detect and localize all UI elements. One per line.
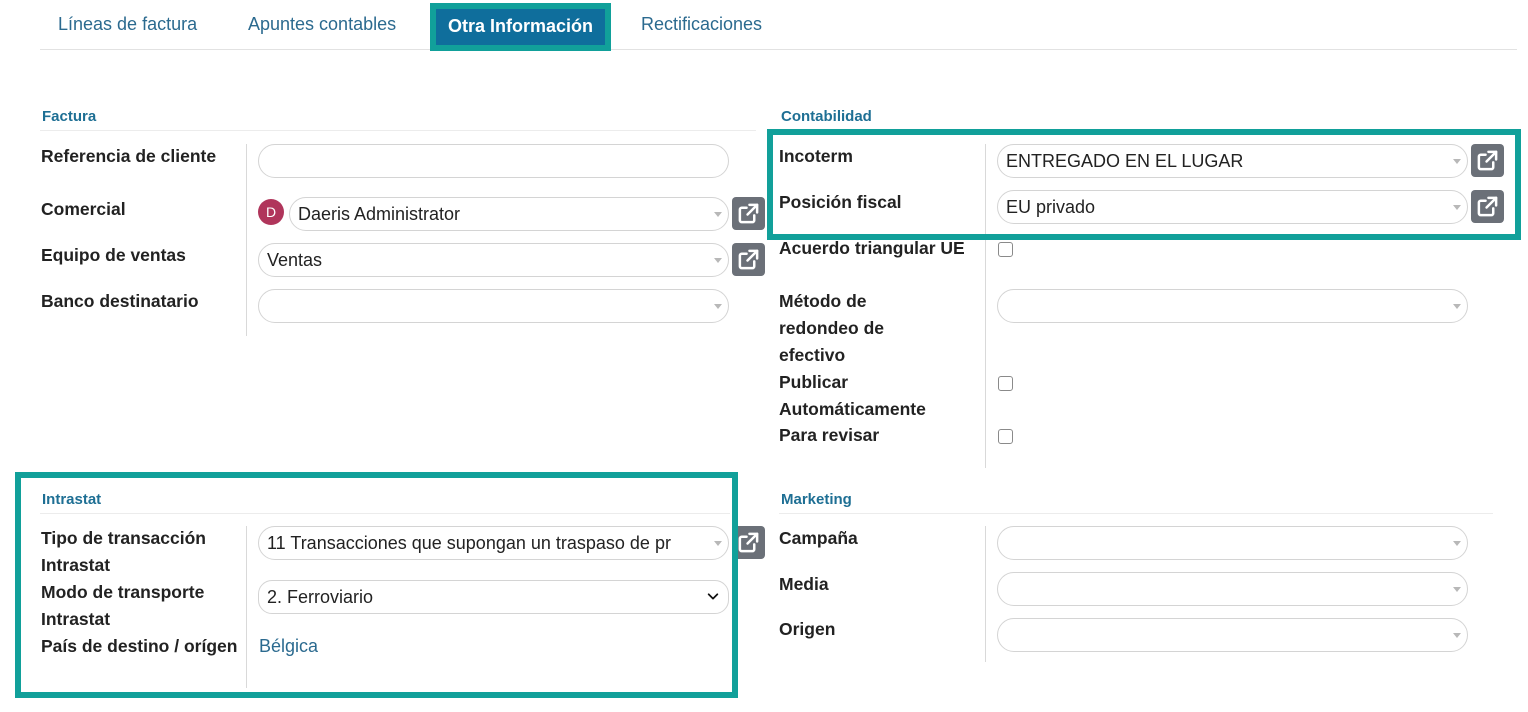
comercial-external-link-button[interactable]: [732, 197, 765, 230]
label-para-revisar: Para revisar: [779, 425, 880, 445]
caret-down-icon: [1453, 633, 1461, 638]
pais-destino-link[interactable]: Bélgica: [259, 636, 318, 657]
external-link-icon: [1477, 150, 1498, 171]
caret-down-icon: [714, 258, 722, 263]
tab-otra-informacion[interactable]: Otra Información: [430, 3, 612, 51]
external-link-icon: [738, 532, 759, 553]
label-incoterm: Incoterm: [779, 146, 853, 166]
acuerdo-triangular-checkbox[interactable]: [998, 242, 1013, 257]
caret-down-icon: [714, 541, 722, 546]
incoterm-value: ENTREGADO EN EL LUGAR: [1006, 151, 1244, 171]
incoterm-select[interactable]: ENTREGADO EN EL LUGAR: [997, 144, 1468, 178]
equipo-ventas-external-link-button[interactable]: [732, 243, 765, 276]
column-divider: [246, 144, 247, 336]
label-posicion-fiscal: Posición fiscal: [779, 192, 902, 212]
caret-down-icon: [1453, 587, 1461, 592]
label-equipo-ventas: Equipo de ventas: [41, 245, 186, 265]
column-divider: [985, 144, 986, 468]
referencia-cliente-input[interactable]: [258, 144, 729, 178]
caret-down-icon: [1453, 159, 1461, 164]
label-media: Media: [779, 574, 829, 594]
caret-down-icon: [714, 304, 722, 309]
origen-select[interactable]: [997, 618, 1468, 652]
metodo-redondeo-select[interactable]: [997, 289, 1468, 323]
section-title-contabilidad: Contabilidad: [781, 108, 872, 125]
external-link-icon: [1477, 196, 1498, 217]
comercial-value: Daeris Administrator: [298, 204, 461, 224]
caret-down-icon: [1453, 304, 1461, 309]
notebook-tabs: Líneas de factura Apuntes contables Otra…: [40, 0, 1517, 51]
comercial-select[interactable]: Daeris Administrator: [289, 197, 729, 231]
equipo-ventas-select[interactable]: Ventas: [258, 243, 729, 277]
tipo-transaccion-value: 11 Transacciones que supongan un traspas…: [267, 533, 671, 553]
media-select[interactable]: [997, 572, 1468, 606]
posicion-fiscal-value: EU privado: [1006, 197, 1096, 217]
section-divider: [40, 513, 730, 514]
banco-destinatario-select[interactable]: [258, 289, 729, 323]
section-title-marketing: Marketing: [781, 491, 852, 508]
label-banco-destinatario: Banco destinatario: [41, 291, 199, 311]
column-divider: [985, 526, 986, 662]
caret-down-icon: [714, 212, 722, 217]
tab-lineas-de-factura[interactable]: Líneas de factura: [58, 14, 197, 35]
section-title-factura: Factura: [42, 108, 97, 125]
posicion-fiscal-select[interactable]: EU privado: [997, 190, 1468, 224]
label-campana: Campaña: [779, 528, 858, 548]
external-link-icon: [738, 203, 759, 224]
caret-down-icon: [1453, 205, 1461, 210]
equipo-ventas-value: Ventas: [267, 250, 323, 270]
tab-otra-informacion-label: Otra Información: [448, 16, 594, 36]
tipo-transaccion-external-link-button[interactable]: [732, 526, 765, 559]
caret-down-icon: [1453, 541, 1461, 546]
label-comercial: Comercial: [41, 199, 126, 219]
tab-apuntes-contables[interactable]: Apuntes contables: [248, 14, 396, 35]
section-divider: [779, 513, 1493, 514]
campana-select[interactable]: [997, 526, 1468, 560]
label-referencia-cliente: Referencia de cliente: [41, 146, 217, 166]
chevron-down-icon: [707, 593, 719, 600]
external-link-icon: [738, 249, 759, 270]
tipo-transaccion-select[interactable]: 11 Transacciones que supongan un traspas…: [258, 526, 729, 560]
label-tipo-transaccion: Tipo de transacción Intrastat: [41, 528, 206, 575]
modo-transporte-select[interactable]: 2. Ferroviario: [258, 580, 729, 614]
column-divider: [246, 526, 247, 688]
section-title-intrastat: Intrastat: [42, 491, 102, 508]
label-modo-transporte: Modo de transporte Intrastat: [41, 582, 205, 629]
posicion-fiscal-external-link-button[interactable]: [1471, 190, 1504, 223]
label-publicar-automaticamente: Publicar Automáticamente: [779, 372, 926, 419]
section-divider: [40, 130, 756, 131]
para-revisar-checkbox[interactable]: [998, 429, 1013, 444]
modo-transporte-value: 2. Ferroviario: [267, 587, 374, 607]
incoterm-external-link-button[interactable]: [1471, 144, 1504, 177]
publicar-automaticamente-checkbox[interactable]: [998, 376, 1013, 391]
avatar: D: [258, 199, 284, 225]
tab-rectificaciones[interactable]: Rectificaciones: [641, 14, 762, 35]
label-metodo-redondeo: Método de redondeo de efectivo: [779, 291, 885, 365]
label-acuerdo-triangular: Acuerdo triangular UE: [779, 238, 965, 258]
label-pais-destino: País de destino / orígen: [41, 636, 238, 656]
label-origen: Origen: [779, 619, 836, 639]
